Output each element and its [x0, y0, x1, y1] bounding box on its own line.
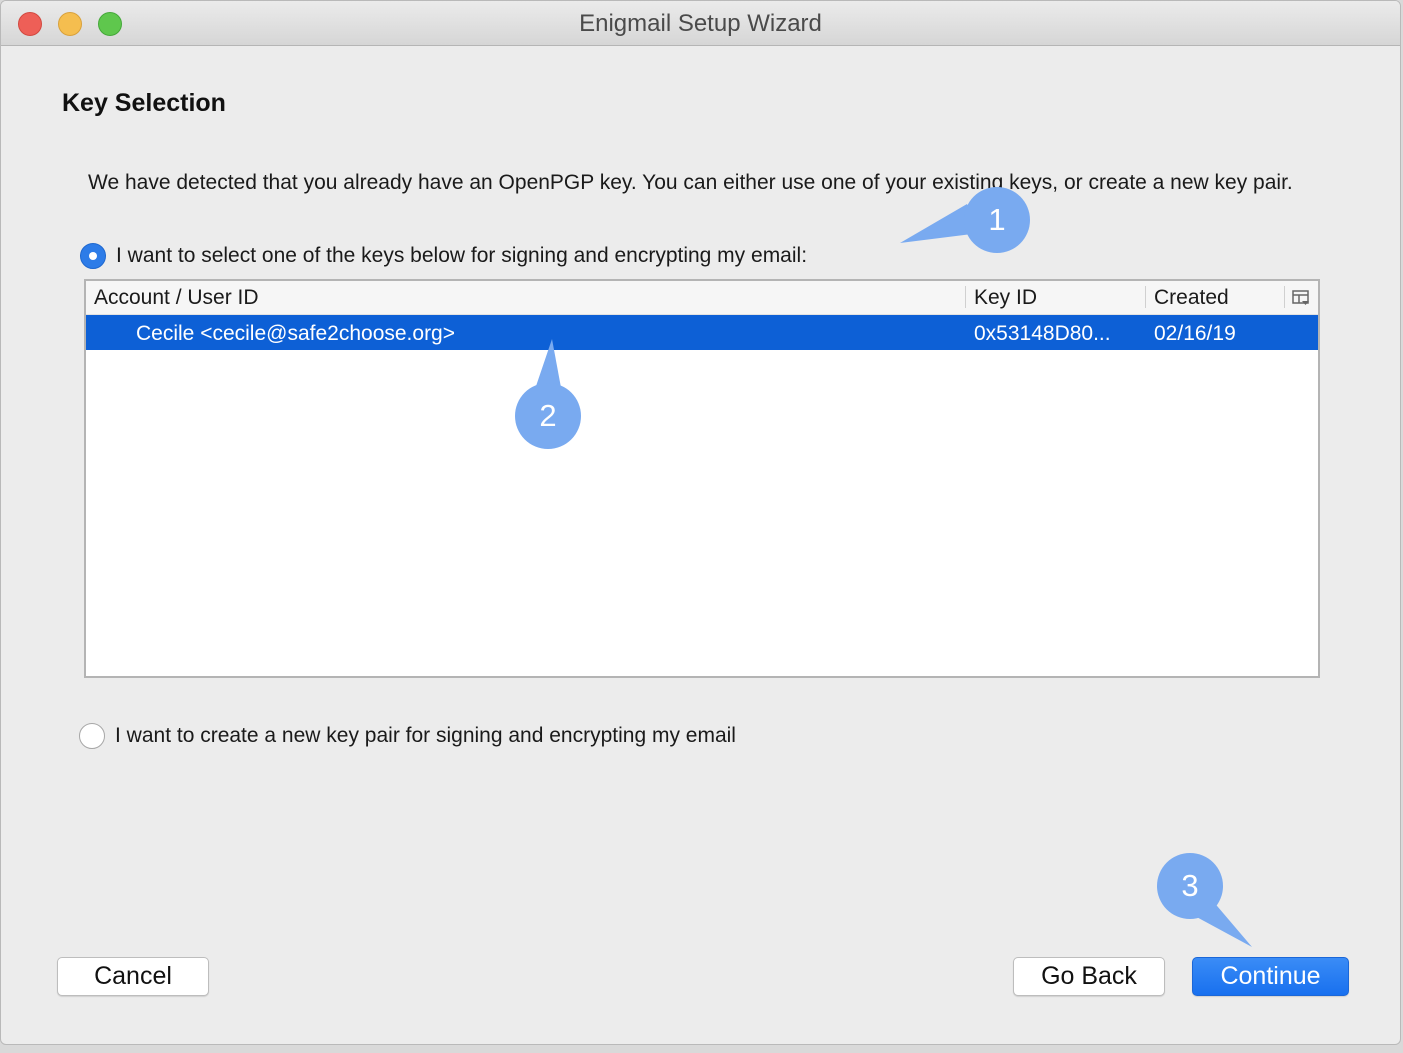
callout-2: 2 — [515, 383, 581, 449]
select-existing-label[interactable]: I want to select one of the keys below f… — [116, 244, 807, 268]
continue-button[interactable]: Continue — [1192, 957, 1349, 996]
user-id-cell: Cecile <cecile@safe2choose.org> — [136, 322, 455, 345]
column-divider[interactable] — [965, 286, 966, 308]
column-divider — [1284, 286, 1285, 308]
option-create-new-key[interactable]: I want to create a new key pair for sign… — [79, 723, 736, 749]
callout-1: 1 — [964, 187, 1030, 253]
column-divider[interactable] — [1145, 286, 1146, 308]
create-new-radio[interactable] — [79, 723, 105, 749]
column-header-key-id[interactable]: Key ID — [974, 286, 1037, 310]
page-title: Key Selection — [62, 89, 226, 117]
go-back-button[interactable]: Go Back — [1013, 957, 1165, 996]
column-picker-icon[interactable] — [1291, 288, 1311, 308]
option-select-existing-key[interactable]: I want to select one of the keys below f… — [80, 243, 807, 269]
window-title: Enigmail Setup Wizard — [579, 10, 822, 37]
title-bar: Enigmail Setup Wizard — [1, 1, 1400, 46]
table-row[interactable]: Cecile <cecile@safe2choose.org> 0x53148D… — [86, 315, 1318, 350]
create-new-label[interactable]: I want to create a new key pair for sign… — [115, 724, 736, 748]
column-header-created[interactable]: Created — [1154, 286, 1229, 310]
key-table: Account / User ID Key ID Created Cecile … — [84, 279, 1320, 678]
select-existing-radio[interactable] — [80, 243, 106, 269]
cancel-button[interactable]: Cancel — [57, 957, 209, 996]
intro-text: We have detected that you already have a… — [88, 171, 1293, 194]
created-cell: 02/16/19 — [1154, 322, 1236, 345]
key-id-cell: 0x53148D80... — [974, 322, 1111, 345]
radio-dot — [89, 252, 97, 260]
callout-3: 3 — [1157, 853, 1223, 919]
table-header: Account / User ID Key ID Created — [86, 281, 1318, 315]
column-header-user-id[interactable]: Account / User ID — [94, 286, 259, 310]
